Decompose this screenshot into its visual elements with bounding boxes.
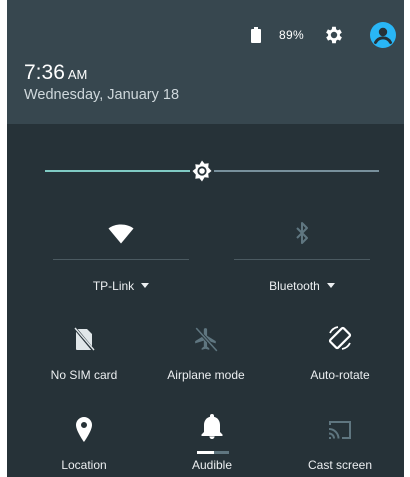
clock-hours-minutes: 7:36 (24, 61, 65, 84)
battery-icon (251, 27, 261, 43)
account-circle-icon[interactable] (370, 22, 396, 48)
cast-icon (328, 421, 351, 439)
airplane-icon (195, 327, 219, 352)
brightness-track (214, 170, 379, 172)
auto-rotate-label: Auto-rotate (310, 368, 370, 382)
audible-indicator-active (197, 451, 214, 454)
gear-icon[interactable] (323, 24, 345, 46)
wifi-network-name: TP-Link (92, 279, 135, 293)
location-pin-icon (76, 417, 92, 442)
notification-header: 89% 7:36 AM Wednesday, January 18 (7, 0, 404, 124)
tile-wifi[interactable]: TP-Link (53, 212, 189, 302)
airplane-label: Airplane mode (167, 368, 245, 382)
quick-settings-panel: 89% 7:36 AM Wednesday, January 18 TP-Link (7, 0, 404, 477)
location-label: Location (61, 458, 107, 472)
sim-label: No SIM card (50, 368, 118, 382)
wifi-icon (108, 224, 134, 244)
clock-ampm: AM (67, 67, 88, 82)
bluetooth-divider (234, 259, 370, 260)
brightness-track-active (45, 170, 190, 172)
bluetooth-icon (296, 222, 308, 244)
wifi-divider (53, 259, 189, 260)
no-sim-icon (73, 326, 95, 352)
auto-rotate-icon (328, 326, 352, 350)
audible-indicator-rest (214, 451, 229, 454)
tile-audible[interactable]: Audible (147, 414, 277, 477)
tile-auto-rotate[interactable]: Auto-rotate (275, 326, 404, 386)
brightness-icon[interactable] (190, 159, 214, 183)
bluetooth-name: Bluetooth (269, 279, 320, 293)
tile-location[interactable]: Location (19, 417, 149, 477)
clock-date: Wednesday, January 18 (24, 87, 180, 103)
tile-bluetooth[interactable]: Bluetooth (234, 212, 370, 302)
battery-percentage: 89% (279, 28, 304, 42)
tile-airplane[interactable]: Airplane mode (141, 326, 271, 386)
wifi-label[interactable]: TP-Link (53, 278, 189, 294)
chevron-down-icon (326, 283, 335, 289)
chevron-down-icon (141, 283, 150, 289)
tile-cast[interactable]: Cast screen (275, 417, 404, 477)
bell-icon (201, 414, 223, 439)
bluetooth-label[interactable]: Bluetooth (234, 278, 370, 294)
tile-sim[interactable]: No SIM card (19, 326, 149, 386)
audible-label: Audible (191, 458, 233, 472)
cast-label: Cast screen (307, 458, 373, 472)
clock-time: 7:36 AM (24, 60, 87, 88)
brightness-slider[interactable] (45, 159, 379, 183)
